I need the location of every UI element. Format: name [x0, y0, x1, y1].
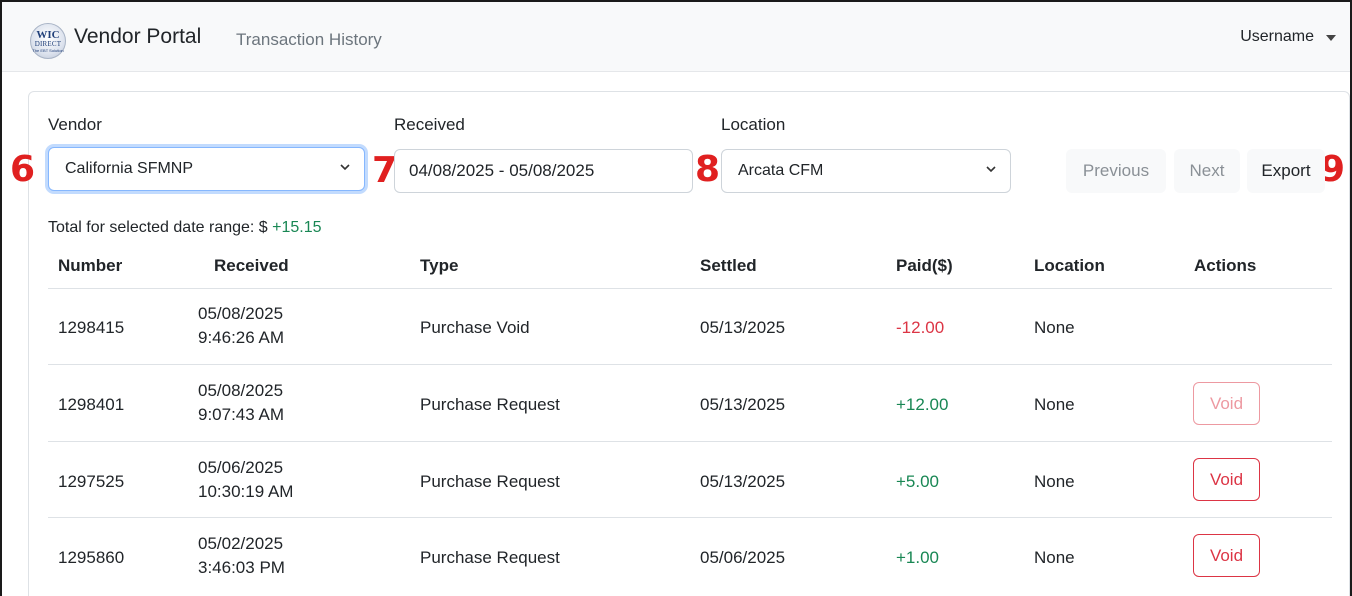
- row-divider: [48, 364, 1332, 365]
- row-received-date: 05/02/2025: [198, 534, 284, 553]
- chevron-down-icon: [986, 166, 996, 173]
- row-number: 1298415: [58, 318, 125, 337]
- received-label: Received: [394, 115, 465, 134]
- row-settled: 05/13/2025: [700, 318, 786, 337]
- row-number: 1295860: [58, 548, 125, 567]
- row-location: None: [1034, 318, 1075, 337]
- row-location: None: [1034, 395, 1075, 414]
- row-type: Purchase Request: [420, 472, 560, 491]
- row-divider: [48, 441, 1332, 442]
- row-paid: +5.00: [896, 472, 940, 491]
- row-received-date: 05/08/2025: [198, 304, 284, 323]
- row-received: 05/06/2025 10:30:19 AM: [198, 456, 293, 504]
- row-received-time: 9:07:43 AM: [198, 405, 285, 424]
- row-received-date: 05/06/2025: [198, 458, 284, 477]
- next-button[interactable]: Next: [1174, 149, 1240, 193]
- username-label: Username: [1240, 28, 1314, 45]
- previous-button[interactable]: Previous: [1066, 149, 1166, 193]
- row-settled: 05/06/2025: [700, 548, 786, 567]
- row-location: None: [1034, 548, 1075, 567]
- column-header-paid: Paid($): [896, 256, 953, 275]
- received-date-range-input[interactable]: 04/08/2025 - 05/08/2025: [394, 149, 693, 193]
- top-navbar: WIC DIRECT The EBT Solution Vendor Porta…: [2, 2, 1350, 72]
- table-header-divider: [48, 288, 1332, 289]
- void-button[interactable]: Void: [1193, 458, 1260, 501]
- chevron-down-icon: [340, 164, 350, 171]
- row-location: None: [1034, 472, 1075, 491]
- column-header-received: Received: [214, 256, 289, 275]
- logo-text-line-3: The EBT Solution: [32, 47, 64, 53]
- row-settled: 05/13/2025: [700, 472, 786, 491]
- total-label: Total for selected date range: $: [48, 219, 268, 236]
- total-for-range: Total for selected date range: $ +15.15: [48, 219, 322, 237]
- received-date-range-value: 04/08/2025 - 05/08/2025: [409, 161, 595, 180]
- caret-down-icon: [1326, 35, 1336, 41]
- row-received: 05/08/2025 9:07:43 AM: [198, 379, 284, 427]
- column-header-actions: Actions: [1194, 256, 1257, 275]
- row-paid: +12.00: [896, 395, 949, 414]
- row-type: Purchase Request: [420, 395, 560, 414]
- export-button[interactable]: Export: [1247, 149, 1325, 193]
- logo-text-line-1: WIC: [36, 28, 60, 41]
- column-header-type: Type: [420, 256, 459, 275]
- annotation-marker-6: 6: [10, 149, 36, 190]
- vendor-select-value: California SFMNP: [65, 160, 194, 177]
- column-header-location: Location: [1034, 256, 1105, 275]
- location-label: Location: [721, 115, 786, 134]
- user-menu-dropdown[interactable]: Username: [1240, 28, 1336, 46]
- row-number: 1297525: [58, 472, 125, 491]
- column-header-settled: Settled: [700, 256, 757, 275]
- row-number: 1298401: [58, 395, 125, 414]
- vendor-label: Vendor: [48, 115, 102, 134]
- vendor-select[interactable]: California SFMNP: [48, 147, 365, 191]
- row-received: 05/02/2025 3:46:03 PM: [198, 532, 285, 580]
- column-header-number: Number: [58, 256, 123, 275]
- row-type: Purchase Request: [420, 548, 560, 567]
- row-received-time: 3:46:03 PM: [198, 558, 285, 577]
- void-button[interactable]: Void: [1193, 382, 1260, 425]
- logo-text-line-2: DIRECT: [34, 39, 62, 48]
- row-settled: 05/13/2025: [700, 395, 786, 414]
- row-received-date: 05/08/2025: [198, 381, 284, 400]
- wic-direct-logo: WIC DIRECT The EBT Solution: [30, 23, 66, 59]
- row-received: 05/08/2025 9:46:26 AM: [198, 302, 284, 350]
- page-title: Transaction History: [236, 30, 382, 49]
- void-button[interactable]: Void: [1193, 534, 1260, 577]
- row-received-time: 9:46:26 AM: [198, 328, 285, 347]
- row-divider: [48, 517, 1332, 518]
- annotation-marker-8: 8: [695, 149, 721, 190]
- app-frame: WIC DIRECT The EBT Solution Vendor Porta…: [0, 0, 1352, 596]
- row-type: Purchase Void: [420, 318, 530, 337]
- location-select[interactable]: Arcata CFM: [721, 149, 1011, 193]
- location-select-value: Arcata CFM: [738, 162, 824, 179]
- row-received-time: 10:30:19 AM: [198, 482, 294, 501]
- total-amount: +15.15: [272, 219, 322, 236]
- row-paid: +1.00: [896, 548, 940, 567]
- brand-title[interactable]: Vendor Portal: [74, 25, 201, 49]
- row-paid: -12.00: [896, 318, 945, 337]
